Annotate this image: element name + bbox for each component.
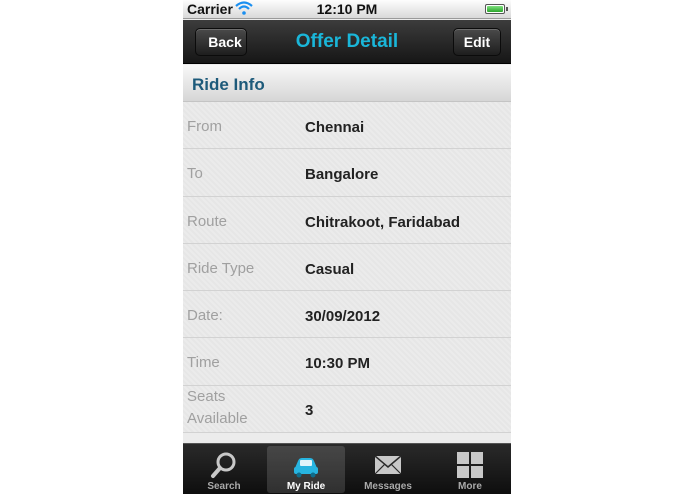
tab-label: Search	[207, 481, 241, 492]
edit-button-label: Edit	[463, 34, 491, 50]
navigation-bar: Back Offer Detail Edit	[183, 20, 511, 64]
info-row-to: To Bangalore	[183, 149, 511, 197]
search-icon	[209, 450, 239, 480]
row-value: 10:30 PM	[305, 355, 371, 373]
row-label: Ride Type	[187, 259, 255, 277]
info-row-date: Date: 30/09/2012	[183, 291, 511, 339]
edit-button[interactable]: Edit	[453, 28, 501, 56]
tab-my-ride[interactable]: My Ride	[267, 446, 345, 493]
row-value: Casual	[305, 260, 355, 278]
envelope-icon	[373, 450, 403, 480]
section-header: Ride Info	[183, 65, 511, 102]
row-label: Time	[187, 354, 220, 372]
row-label: Route	[187, 212, 228, 230]
tab-label: More	[458, 481, 482, 492]
status-bar: Carrier 12:10 PM	[183, 0, 511, 19]
row-value: 3	[305, 401, 314, 419]
row-label: From	[187, 118, 222, 135]
tab-label: My Ride	[286, 481, 326, 492]
row-value: 30/09/2012	[305, 308, 381, 326]
tab-label: Messages	[364, 481, 412, 492]
tab-search[interactable]: Search	[185, 446, 263, 493]
row-value: Chitrakoot, Faridabad	[305, 213, 461, 231]
status-time: 12:10 PM	[316, 1, 378, 17]
grid-icon	[455, 450, 485, 480]
info-row-ride-type: Ride Type Casual	[183, 243, 511, 292]
row-value: Bangalore	[305, 166, 379, 184]
info-row-from: From Chennai	[183, 102, 511, 150]
info-row-route: Route Chitrakoot, Faridabad	[183, 196, 511, 244]
row-value: Chennai	[305, 119, 365, 136]
row-label: To	[187, 165, 203, 183]
info-row-time: Time 10:30 PM	[183, 338, 511, 386]
phone-screen: Carrier 12:10 PM Back Offer Detail Edit …	[183, 0, 511, 494]
row-label: Date:	[187, 307, 223, 325]
tab-more[interactable]: More	[431, 446, 509, 493]
ride-info-list: From Chennai To Bangalore Route Chitrako…	[183, 102, 511, 434]
tab-messages[interactable]: Messages	[349, 446, 427, 493]
tab-bar: Search My Ride Messages More	[183, 443, 511, 494]
info-row-seats: Seats Available 3	[183, 385, 511, 434]
row-label: Seats Available	[187, 387, 248, 427]
battery-icon	[485, 4, 508, 14]
car-icon	[291, 450, 321, 480]
